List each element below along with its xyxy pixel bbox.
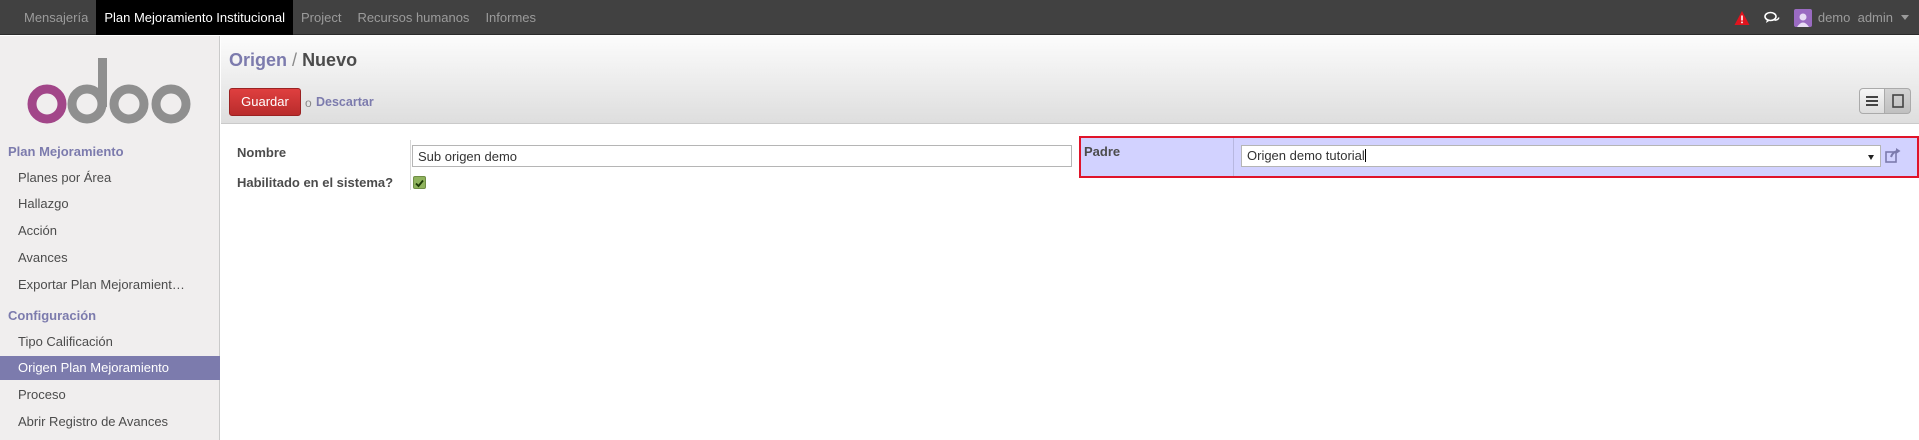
breadcrumb-current: Nuevo xyxy=(302,50,358,70)
sidebar-item-tipo-calificacion[interactable]: Tipo Calificación xyxy=(0,330,220,354)
label-divider xyxy=(410,140,411,190)
padre-select-value: Origen demo tutorial xyxy=(1247,148,1365,163)
sidebar-item-abrir-registro-avances[interactable]: Abrir Registro de Avances xyxy=(0,410,220,434)
alert-icon[interactable] xyxy=(1734,10,1750,26)
sidebar-item-origen-plan-mejoramiento[interactable]: Origen Plan Mejoramiento xyxy=(0,356,220,380)
or-text: o xyxy=(305,96,312,110)
sidebar-section-plan-mejoramiento: Plan Mejoramiento xyxy=(8,144,124,159)
save-button[interactable]: Guardar xyxy=(229,88,301,116)
sidebar-item-accion[interactable]: Acción xyxy=(0,219,220,243)
padre-divider xyxy=(1233,138,1234,176)
sidebar-item-exportar-plan[interactable]: Exportar Plan Mejoramient… xyxy=(0,273,220,297)
breadcrumb: Origen / Nuevo xyxy=(229,50,357,71)
sidebar-item-hallazgo[interactable]: Hallazgo xyxy=(0,192,220,216)
top-navbar: Mensajería Plan Mejoramiento Institucion… xyxy=(0,0,1919,35)
external-link-icon[interactable] xyxy=(1885,147,1901,163)
sidebar-item-avances[interactable]: Avances xyxy=(0,246,220,270)
sidebar-item-proceso[interactable]: Proceso xyxy=(0,383,220,407)
odoo-logo[interactable]: odoo xyxy=(25,56,195,126)
padre-label: Padre xyxy=(1084,144,1121,159)
topmenu-item-informes[interactable]: Informes xyxy=(477,0,544,35)
sidebar-section-configuracion: Configuración xyxy=(8,308,97,323)
control-panel: Origen / Nuevo Guardar o Descartar xyxy=(221,36,1919,124)
avatar-icon xyxy=(1793,8,1812,27)
dropdown-arrow-icon[interactable] xyxy=(1868,155,1874,160)
discard-link[interactable]: Descartar xyxy=(316,95,374,109)
top-menu: Mensajería Plan Mejoramiento Institucion… xyxy=(16,0,544,35)
top-right-tools: demo admin xyxy=(1734,0,1909,35)
text-cursor xyxy=(1364,149,1366,162)
topmenu-item-recursos-humanos[interactable]: Recursos humanos xyxy=(349,0,477,35)
topmenu-item-project[interactable]: Project xyxy=(293,0,349,35)
check-icon xyxy=(415,179,424,188)
user-menu[interactable]: demo admin xyxy=(1793,8,1909,27)
form-view-button[interactable] xyxy=(1885,88,1911,114)
padre-select[interactable]: Origen demo tutorial xyxy=(1241,145,1881,167)
caret-down-icon xyxy=(1901,15,1909,20)
sidebar-item-planes-por-area[interactable]: Planes por Área xyxy=(0,166,220,190)
view-switcher xyxy=(1859,88,1911,114)
topmenu-item-plan-mejoramiento[interactable]: Plan Mejoramiento Institucional xyxy=(96,0,293,35)
nombre-label: Nombre xyxy=(237,145,287,160)
nombre-input[interactable] xyxy=(412,145,1072,167)
breadcrumb-parent-link[interactable]: Origen xyxy=(229,50,287,70)
chat-icon[interactable] xyxy=(1764,11,1780,25)
form-view-icon xyxy=(1891,94,1904,108)
habilitado-checkbox[interactable] xyxy=(413,176,426,189)
list-view-button[interactable] xyxy=(1859,88,1885,114)
sidebar: odoo Plan Mejoramiento Planes por Área H… xyxy=(0,36,220,440)
breadcrumb-separator: / xyxy=(292,50,298,70)
topmenu-item-mensajeria[interactable]: Mensajería xyxy=(16,0,96,35)
habilitado-label: Habilitado en el sistema? xyxy=(237,175,394,190)
user-name: demo admin xyxy=(1817,10,1893,25)
list-view-icon xyxy=(1866,96,1878,106)
